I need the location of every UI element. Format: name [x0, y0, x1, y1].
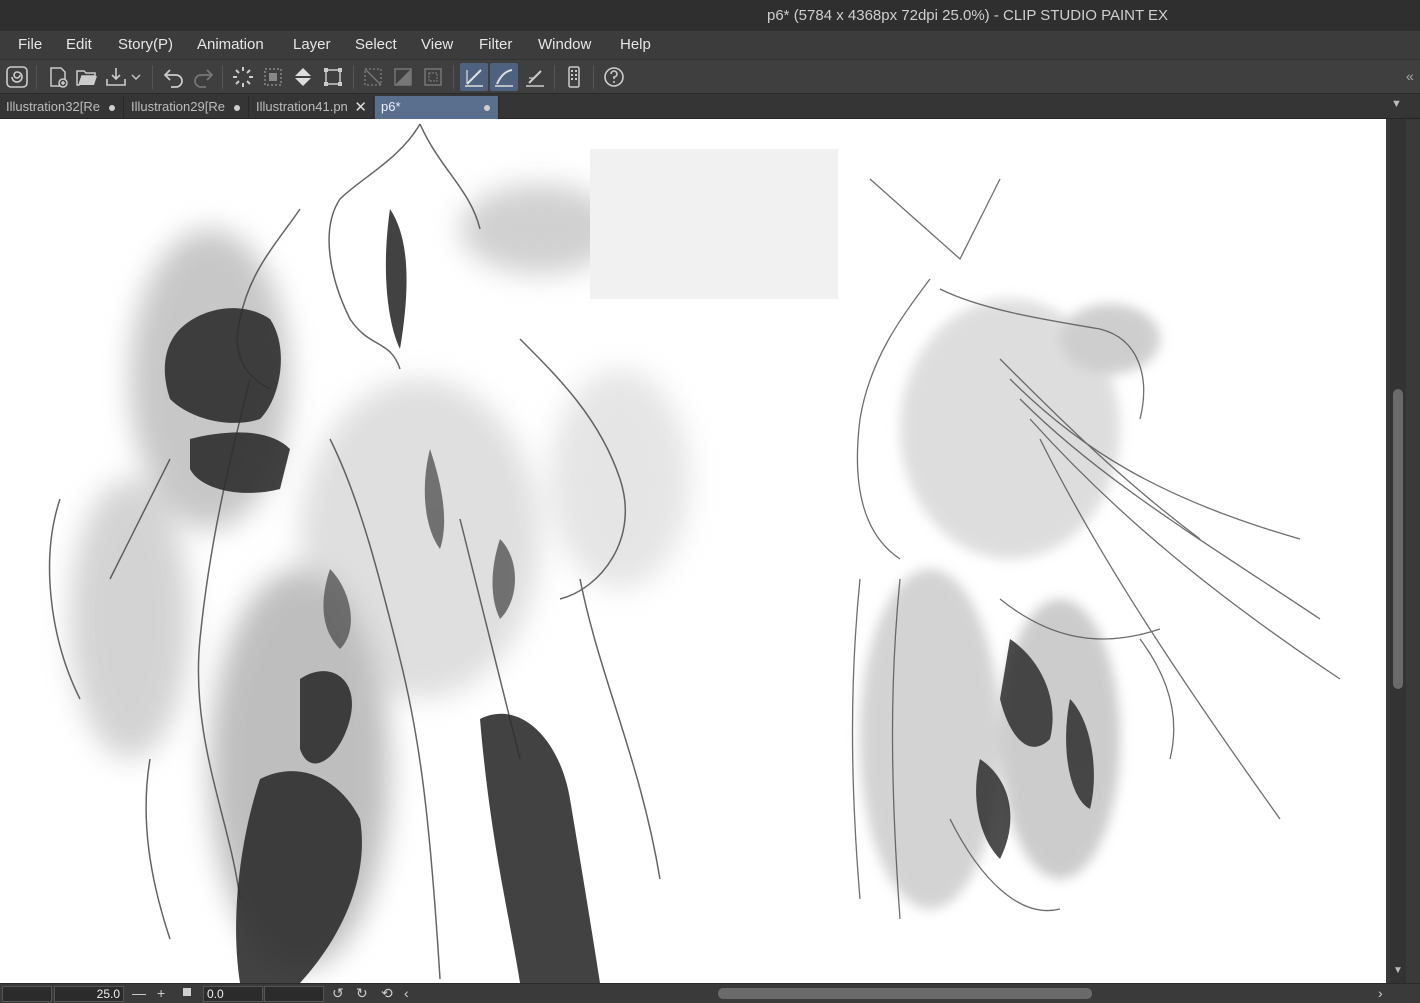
select-all-icon[interactable] — [259, 63, 287, 91]
modified-dot-icon — [234, 105, 240, 111]
transform-icon[interactable] — [319, 63, 347, 91]
rotate-right-icon[interactable]: ↻ — [356, 985, 368, 1002]
zoom-out-button[interactable]: — — [132, 985, 146, 1001]
reset-rotation-icon[interactable]: ⟲ — [381, 985, 393, 1002]
menu-help[interactable]: Help — [620, 36, 651, 53]
window-title: p6* (5784 x 4368px 72dpi 25.0%) - CLIP S… — [767, 7, 1169, 24]
scroll-thumb[interactable] — [1393, 389, 1403, 689]
menu-story[interactable]: Story(P) — [118, 36, 173, 53]
snap-to-ruler-icon[interactable] — [460, 63, 488, 91]
tab-label: Illustration32[Re — [6, 99, 100, 114]
drawing-canvas[interactable] — [0, 119, 1386, 983]
command-bar: « — [0, 59, 1420, 94]
menu-window[interactable]: Window — [538, 36, 591, 53]
snap-to-special-ruler-icon[interactable] — [490, 63, 518, 91]
menu-view[interactable]: View — [421, 36, 453, 53]
vertical-scrollbar[interactable]: ▼ — [1386, 119, 1420, 983]
scroll-right-icon[interactable]: › — [1378, 985, 1383, 1001]
undo-icon[interactable] — [160, 63, 188, 91]
tab-label: p6* — [381, 99, 401, 114]
rotation-slider[interactable] — [264, 986, 324, 1002]
selection-border-icon[interactable] — [419, 63, 447, 91]
close-icon[interactable]: ✕ — [354, 98, 367, 116]
hide-selection-icon[interactable] — [359, 63, 387, 91]
title-bar: p6* (5784 x 4368px 72dpi 25.0%) - CLIP S… — [0, 0, 1420, 31]
tab-label: Illustration41.pn — [256, 99, 348, 114]
new-canvas-icon[interactable] — [44, 63, 72, 91]
navigator-thumb[interactable] — [2, 986, 52, 1002]
tab-label: Illustration29[Re — [131, 99, 225, 114]
horizontal-scroll-thumb[interactable] — [718, 988, 1092, 999]
menu-layer[interactable]: Layer — [293, 36, 331, 53]
menu-animation[interactable]: Animation — [197, 36, 264, 53]
fit-square-icon[interactable] — [183, 988, 191, 996]
menu-select[interactable]: Select — [355, 36, 397, 53]
tab-illustration32[interactable]: Illustration32[Re — [0, 96, 124, 119]
fill-icon[interactable] — [289, 63, 317, 91]
redo-icon[interactable] — [189, 63, 217, 91]
tab-illustration41[interactable]: Illustration41.pn ✕ — [250, 96, 374, 119]
snap-to-grid-icon[interactable] — [521, 63, 549, 91]
scroll-down-icon[interactable]: ▼ — [1393, 965, 1403, 976]
invert-selection-icon[interactable] — [389, 63, 417, 91]
smartphone-icon[interactable] — [560, 63, 588, 91]
dropdown-icon[interactable] — [128, 63, 144, 91]
zoom-in-button[interactable]: + — [157, 985, 165, 1001]
menu-filter[interactable]: Filter — [479, 36, 512, 53]
menu-bar: File Edit Story(P) Animation Layer Selec… — [0, 31, 1420, 59]
modified-dot-icon — [109, 105, 115, 111]
status-bar: 25.0 — + 0.0 ↺ ↻ ⟲ ‹ › — [0, 983, 1420, 1003]
loading-spinner-icon[interactable] — [229, 63, 257, 91]
rotation-angle-input[interactable]: 0.0 — [203, 986, 263, 1002]
scroll-left-icon[interactable]: ‹ — [404, 985, 409, 1001]
open-folder-icon[interactable] — [73, 63, 101, 91]
sketch-artwork — [48, 123, 1341, 983]
tab-illustration29[interactable]: Illustration29[Re — [125, 96, 249, 119]
tab-list-chevron-down-icon[interactable]: ▼ — [1391, 98, 1402, 110]
save-icon[interactable] — [102, 63, 130, 91]
tab-p6[interactable]: p6* — [375, 96, 499, 119]
menu-edit[interactable]: Edit — [66, 36, 92, 53]
rotate-left-icon[interactable]: ↺ — [332, 985, 344, 1002]
document-tab-bar: Illustration32[Re Illustration29[Re Illu… — [0, 94, 1420, 119]
zoom-input[interactable]: 25.0 — [54, 986, 124, 1002]
clip-studio-logo-icon[interactable] — [3, 63, 31, 91]
menu-file[interactable]: File — [18, 36, 42, 53]
modified-dot-icon — [484, 105, 490, 111]
help-icon[interactable] — [600, 63, 628, 91]
collapse-panel-icon[interactable]: « — [1406, 68, 1414, 84]
